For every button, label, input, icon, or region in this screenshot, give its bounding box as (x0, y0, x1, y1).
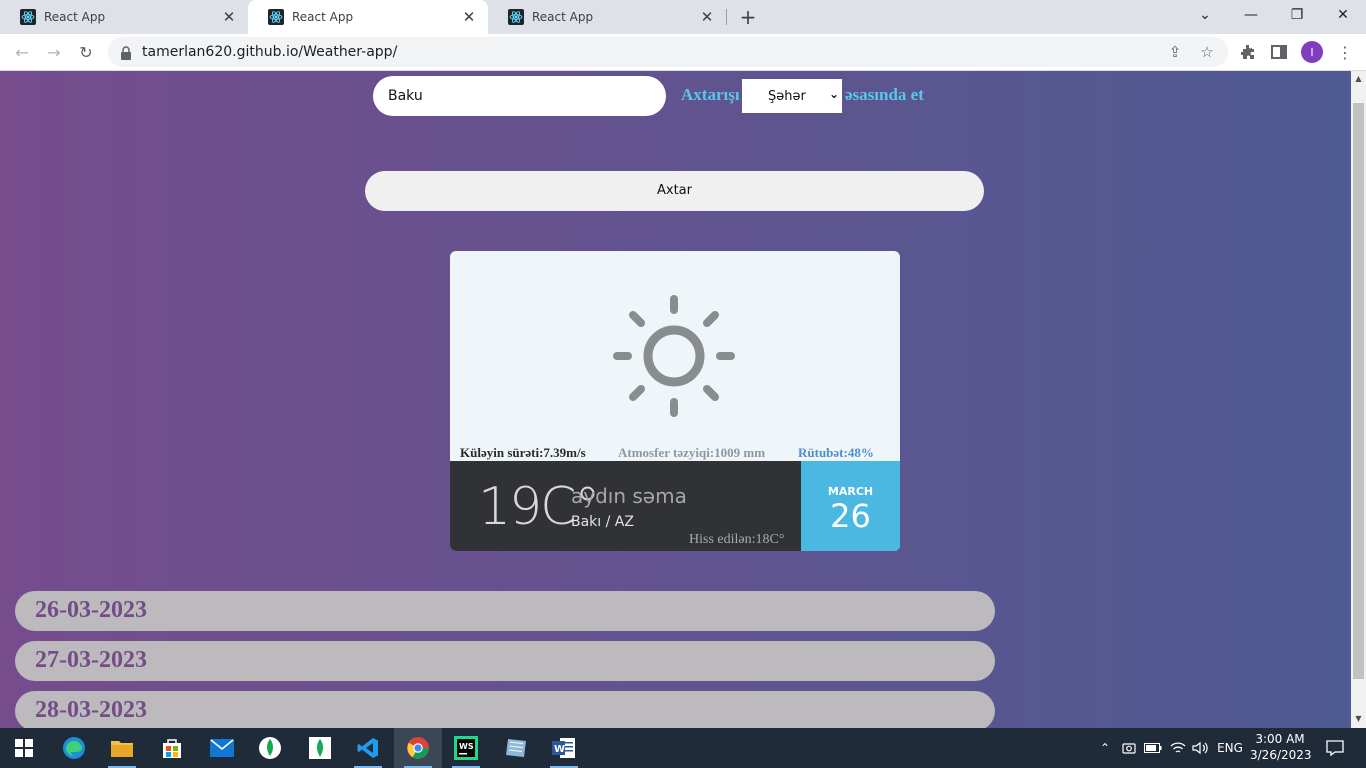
scroll-down-icon[interactable]: ▼ (1354, 714, 1363, 723)
notes-app-icon[interactable] (492, 728, 540, 768)
taskbar: WS W ⌃ ENG 3:00 AM 3/26/2023 (0, 728, 1366, 768)
close-tab-icon[interactable]: ✕ (220, 8, 238, 26)
chevron-down-icon: ⌄ (828, 87, 839, 101)
browser-tab-2[interactable]: React App ✕ (248, 0, 488, 34)
forecast-date: 26-03-2023 (35, 597, 147, 623)
react-icon (268, 9, 284, 25)
store-icon[interactable] (148, 728, 196, 768)
wind-speed: Küləyin sürəti:7.39m/s (460, 445, 586, 460)
tab-title: React App (292, 10, 354, 24)
address-bar[interactable]: tamerlan620.github.io/Weather-app/ ⇪ ☆ (108, 37, 1228, 67)
search-by-label: Axtarışı (681, 85, 740, 104)
forward-icon[interactable]: → (42, 40, 66, 64)
tab-title: React App (44, 10, 106, 24)
air-pressure: Atmosfer təzyiqi:1009 mm (618, 445, 766, 460)
humidity: Rütubət:48% (798, 445, 874, 460)
close-tab-icon[interactable]: ✕ (698, 8, 716, 26)
restore-icon[interactable]: ❐ (1274, 0, 1320, 30)
mongodb-compass-icon[interactable] (246, 728, 294, 768)
file-explorer-icon[interactable] (98, 728, 146, 768)
forecast-row[interactable]: 27-03-2023 (15, 641, 995, 681)
city-country: Bakı / AZ (571, 514, 634, 530)
reload-icon[interactable]: ↻ (74, 40, 98, 64)
lock-icon[interactable] (120, 45, 132, 64)
browser-tab-3[interactable]: React App ✕ (488, 0, 726, 34)
svg-text:W: W (554, 744, 565, 755)
tab-strip: React App ✕ React App ✕ React App ✕ + ⌄ … (0, 0, 1366, 34)
sun-icon (612, 294, 736, 422)
extensions-icon[interactable] (1237, 41, 1259, 63)
taskbar-clock[interactable]: 3:00 AM 3/26/2023 (1250, 731, 1312, 763)
scrollbar-thumb[interactable] (1353, 103, 1364, 679)
back-icon[interactable]: ← (10, 40, 34, 64)
close-tab-icon[interactable]: ✕ (460, 8, 478, 26)
page-scrollbar[interactable]: ▲ ▼ (1351, 71, 1366, 728)
webstorm-icon[interactable]: WS (442, 728, 490, 768)
minimize-icon[interactable]: — (1228, 0, 1274, 30)
mongodb-icon[interactable] (296, 728, 344, 768)
search-by-suffix: əsasında et (845, 85, 924, 104)
day-number: 26 (830, 497, 871, 535)
mail-icon[interactable] (198, 728, 246, 768)
tab-divider (726, 9, 727, 25)
tab-title: React App (532, 10, 594, 24)
share-icon[interactable]: ⇪ (1166, 43, 1184, 61)
feels-like: Hiss edilən:18C° (689, 532, 785, 547)
chrome-icon[interactable] (394, 728, 442, 768)
url-text[interactable]: tamerlan620.github.io/Weather-app/ (142, 44, 397, 60)
weather-summary: 19C° aydın səma Bakı / AZ Hiss edilən:18… (450, 461, 801, 551)
language-indicator[interactable]: ENG (1213, 728, 1247, 768)
wifi-icon[interactable] (1168, 728, 1188, 768)
react-icon (20, 9, 36, 25)
tray-overflow-icon[interactable]: ⌃ (1096, 728, 1114, 768)
forecast-row[interactable]: 28-03-2023 (15, 691, 995, 728)
forecast-row[interactable]: 26-03-2023 (15, 591, 995, 631)
date-box: MARCH 26 (801, 461, 900, 551)
forecast-date: 28-03-2023 (35, 697, 147, 723)
react-icon (508, 9, 524, 25)
search-mode-select[interactable]: Şəhər ⌄ (742, 79, 842, 113)
word-icon[interactable]: W (540, 728, 588, 768)
close-window-icon[interactable]: ✕ (1320, 0, 1366, 30)
search-button[interactable]: Axtar (365, 171, 984, 211)
search-mode-value: Şəhər (768, 88, 806, 104)
forecast-date: 27-03-2023 (35, 647, 147, 673)
battery-icon[interactable] (1143, 728, 1163, 768)
bookmark-star-icon[interactable]: ☆ (1198, 43, 1216, 61)
city-search-input[interactable] (373, 76, 666, 116)
volume-icon[interactable] (1190, 728, 1210, 768)
camera-icon[interactable] (1120, 728, 1138, 768)
windows-start-icon[interactable] (0, 728, 48, 768)
profile-avatar[interactable]: I (1301, 41, 1323, 63)
weather-description: aydın səma (571, 484, 687, 508)
edge-icon[interactable] (50, 728, 98, 768)
notifications-icon[interactable] (1320, 728, 1350, 768)
clock-time: 3:00 AM (1255, 732, 1305, 746)
page-viewport: Axtarışı Şəhər ⌄ əsasında et Axtar (0, 71, 1351, 728)
tab-search-icon[interactable]: ⌄ (1182, 0, 1228, 30)
browser-toolbar: ← → ↻ tamerlan620.github.io/Weather-app/… (0, 34, 1366, 71)
menu-kebab-icon[interactable]: ⋮ (1334, 41, 1356, 63)
scroll-up-icon[interactable]: ▲ (1354, 74, 1363, 83)
clock-date: 3/26/2023 (1250, 748, 1312, 762)
browser-tab-1[interactable]: React App ✕ (0, 0, 248, 34)
new-tab-icon[interactable]: + (738, 6, 758, 28)
svg-text:WS: WS (459, 742, 474, 751)
side-panel-icon[interactable] (1268, 41, 1290, 63)
weather-card: Küləyin sürəti:7.39m/s Atmosfer təzyiqi:… (450, 251, 900, 551)
vscode-icon[interactable] (344, 728, 392, 768)
